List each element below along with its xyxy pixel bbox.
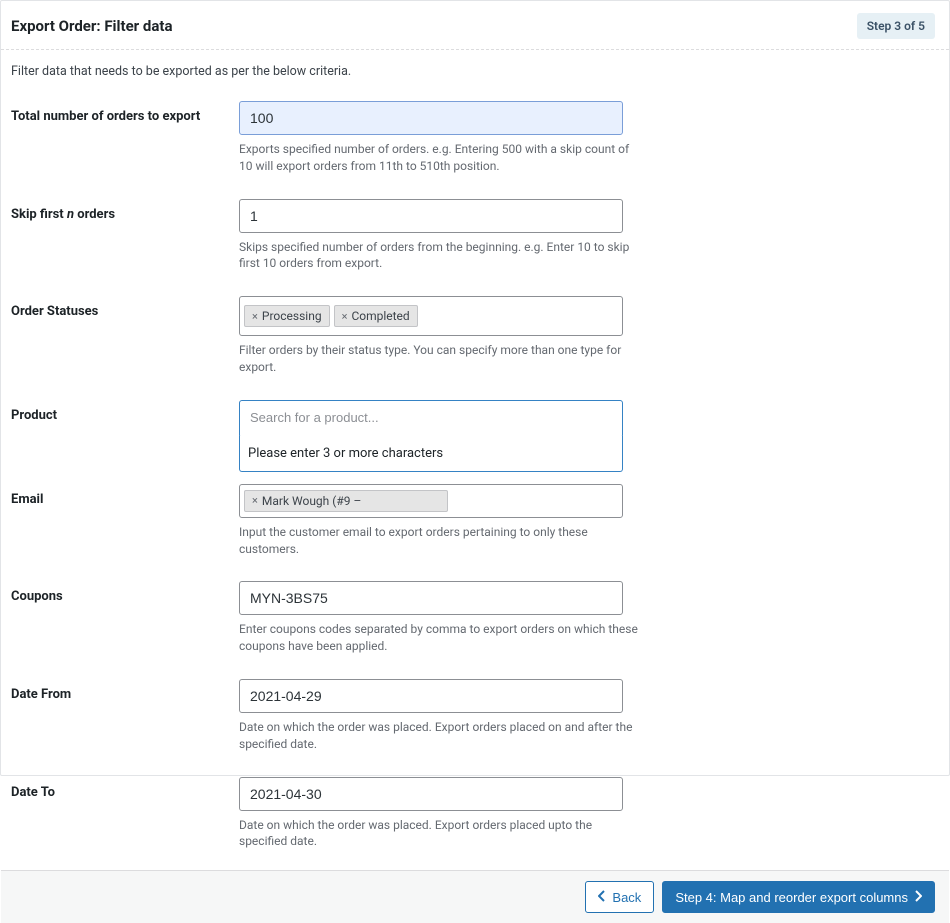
- help-order-statuses: Filter orders by their status type. You …: [239, 342, 639, 376]
- close-icon[interactable]: ×: [342, 310, 348, 323]
- row-skip-orders: Skip first n orders Skips specified numb…: [11, 199, 939, 273]
- label-coupons: Coupons: [11, 589, 63, 604]
- help-date-to: Date on which the order was placed. Expo…: [239, 817, 639, 851]
- status-tag-processing[interactable]: ×Processing: [244, 305, 330, 327]
- row-date-from: Date From Date on which the order was pl…: [11, 679, 939, 753]
- help-email: Input the customer email to export order…: [239, 524, 639, 558]
- row-total-orders: Total number of orders to export Exports…: [11, 101, 939, 175]
- page-title: Export Order: Filter data: [11, 17, 172, 35]
- form-content: Filter data that needs to be exported as…: [1, 50, 949, 870]
- status-tag-completed[interactable]: ×Completed: [334, 305, 418, 327]
- order-statuses-select[interactable]: ×Processing ×Completed: [239, 296, 623, 336]
- intro-text: Filter data that needs to be exported as…: [11, 64, 939, 79]
- date-to-input[interactable]: [239, 777, 623, 811]
- footer-bar: Back Step 4: Map and reorder export colu…: [1, 870, 949, 923]
- product-search-input[interactable]: [240, 401, 622, 434]
- label-total-orders: Total number of orders to export: [11, 109, 200, 124]
- date-from-input[interactable]: [239, 679, 623, 713]
- label-email: Email: [11, 492, 43, 507]
- row-date-to: Date To Date on which the order was plac…: [11, 777, 939, 851]
- close-icon[interactable]: ×: [252, 310, 258, 323]
- total-orders-input[interactable]: [239, 101, 623, 135]
- email-tag[interactable]: ×Mark Wough (#9 –: [244, 490, 448, 512]
- close-icon[interactable]: ×: [252, 494, 258, 507]
- help-total-orders: Exports specified number of orders. e.g.…: [239, 141, 639, 175]
- help-skip-orders: Skips specified number of orders from th…: [239, 239, 639, 273]
- label-order-statuses: Order Statuses: [11, 304, 98, 319]
- row-order-statuses: Order Statuses ×Processing ×Completed Fi…: [11, 296, 939, 376]
- step-badge: Step 3 of 5: [857, 13, 935, 39]
- coupons-input[interactable]: [239, 581, 623, 615]
- label-skip-orders: Skip first n orders: [11, 207, 115, 222]
- row-email: Email ×Mark Wough (#9 – Input the custom…: [11, 484, 939, 558]
- email-select[interactable]: ×Mark Wough (#9 –: [239, 484, 623, 518]
- row-product: Product Please enter 3 or more character…: [11, 400, 939, 438]
- next-step-button[interactable]: Step 4: Map and reorder export columns: [662, 881, 935, 913]
- help-coupons: Enter coupons codes separated by comma t…: [239, 621, 639, 655]
- label-product: Product: [11, 408, 57, 423]
- label-date-from: Date From: [11, 687, 71, 702]
- chevron-right-icon: [914, 890, 922, 905]
- product-dropdown-message: Please enter 3 or more characters: [239, 436, 623, 472]
- skip-orders-input[interactable]: [239, 199, 623, 233]
- page-header: Export Order: Filter data Step 3 of 5: [1, 1, 949, 50]
- back-button[interactable]: Back: [585, 881, 654, 913]
- help-date-from: Date on which the order was placed. Expo…: [239, 719, 639, 753]
- row-coupons: Coupons Enter coupons codes separated by…: [11, 581, 939, 655]
- chevron-left-icon: [598, 890, 606, 905]
- product-search-select[interactable]: [239, 400, 623, 438]
- label-date-to: Date To: [11, 785, 55, 800]
